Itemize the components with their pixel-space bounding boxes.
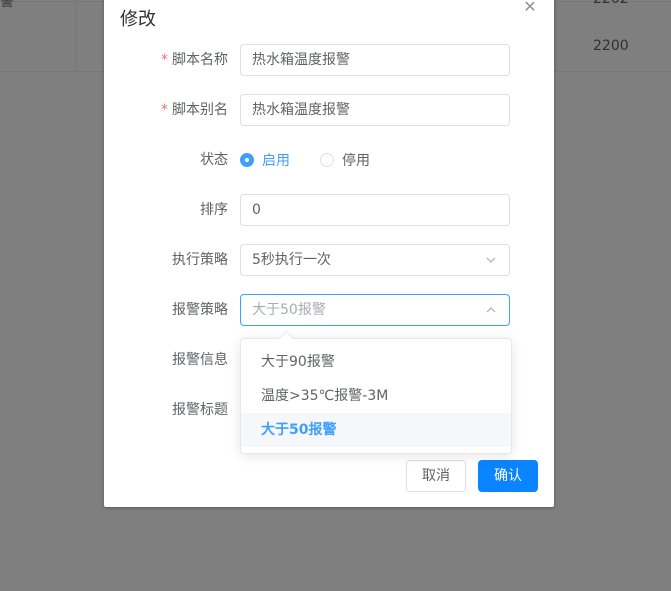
form-item-status: 状态 启用 停用 xyxy=(104,144,554,176)
script-alias-input[interactable]: 热水箱温度报警 xyxy=(240,94,510,126)
confirm-button[interactable]: 确认 xyxy=(478,460,538,492)
form-item-script-name: * 脚本名称 热水箱温度报警 xyxy=(104,44,554,76)
close-icon[interactable]: ✕ xyxy=(522,0,538,15)
form-item-alarm-policy: 报警策略 大于50报警 xyxy=(104,294,554,326)
form-item-script-alias: * 脚本别名 热水箱温度报警 xyxy=(104,94,554,126)
dropdown-option-selected[interactable]: 大于50报警 xyxy=(241,413,511,447)
radio-disabled[interactable]: 停用 xyxy=(320,144,370,176)
radio-enabled[interactable]: 启用 xyxy=(240,144,290,176)
dropdown-option[interactable]: 温度>35℃报警-3M xyxy=(241,379,511,413)
script-alias-label: * 脚本别名 xyxy=(161,102,228,118)
sort-input[interactable]: 0 xyxy=(240,194,510,226)
sort-label: 排序 xyxy=(200,202,228,218)
alarm-title-label: 报警标题 xyxy=(172,402,228,418)
radio-unchecked-icon xyxy=(320,153,334,167)
chevron-up-icon xyxy=(486,307,496,313)
exec-policy-label: 执行策略 xyxy=(172,252,228,268)
script-name-label: * 脚本名称 xyxy=(161,52,228,68)
alarm-policy-label: 报警策略 xyxy=(172,302,228,318)
form-item-exec-policy: 执行策略 5秒执行一次 xyxy=(104,244,554,276)
dialog-title: 修改 xyxy=(120,9,156,30)
exec-policy-select[interactable]: 5秒执行一次 xyxy=(240,244,510,276)
dropdown-option[interactable]: 大于90报警 xyxy=(241,345,511,379)
radio-checked-icon xyxy=(240,153,254,167)
script-name-input[interactable]: 热水箱温度报警 xyxy=(240,44,510,76)
chevron-down-icon xyxy=(486,257,496,263)
form-item-sort: 排序 0 xyxy=(104,194,554,226)
alarm-policy-select[interactable]: 大于50报警 xyxy=(240,294,510,326)
alarm-policy-dropdown: 大于90报警 温度>35℃报警-3M 大于50报警 xyxy=(240,338,512,454)
status-label: 状态 xyxy=(200,152,228,168)
cancel-button[interactable]: 取消 xyxy=(406,460,466,492)
alarm-info-label: 报警信息 xyxy=(172,352,228,368)
